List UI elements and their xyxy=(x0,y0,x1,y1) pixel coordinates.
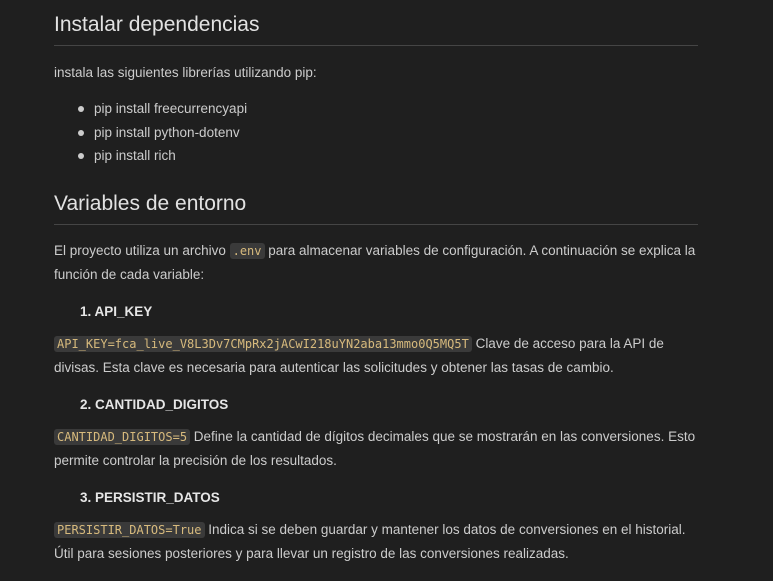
env-var-heading-persistir-datos: 3. PERSISTIR_DATOS xyxy=(80,490,220,505)
env-var-heading-cantidad-digitos: 2. CANTIDAD_DIGITOS xyxy=(80,397,229,412)
section-title-dependencies: Instalar dependencias xyxy=(54,11,698,46)
bullet-icon xyxy=(78,129,84,136)
inline-code: .env xyxy=(229,243,265,259)
bullet-icon xyxy=(78,153,84,159)
dependencies-list: pip install freecurrencyapi pip install … xyxy=(54,97,247,168)
dependencies-intro: instala las siguientes librerías utiliza… xyxy=(54,65,317,80)
env-var-desc-cantidad-digitos: CANTIDAD_DIGITOS=5 Define la cantidad de… xyxy=(54,429,696,468)
section-title-env-vars: Variables de entorno xyxy=(54,190,698,225)
env-var-desc-persistir-datos: PERSISTIR_DATOS=True Indica si se deben … xyxy=(54,522,686,561)
inline-code: API_KEY=fca_live_V8L3Dv7CMpRx2jACwI218uY… xyxy=(54,336,472,352)
env-intro: El proyecto utiliza un archivo .env para… xyxy=(54,243,696,282)
list-item: pip install freecurrencyapi xyxy=(78,97,247,121)
inline-code: CANTIDAD_DIGITOS=5 xyxy=(54,429,191,445)
list-item: pip install rich xyxy=(78,144,247,168)
bullet-icon xyxy=(78,106,84,112)
env-var-heading-api-key: 1. API_KEY xyxy=(80,304,153,319)
env-var-desc-api-key: API_KEY=fca_live_V8L3Dv7CMpRx2jACwI218uY… xyxy=(54,336,664,375)
inline-code: PERSISTIR_DATOS=True xyxy=(54,522,205,538)
list-item: pip install python-dotenv xyxy=(78,121,247,145)
